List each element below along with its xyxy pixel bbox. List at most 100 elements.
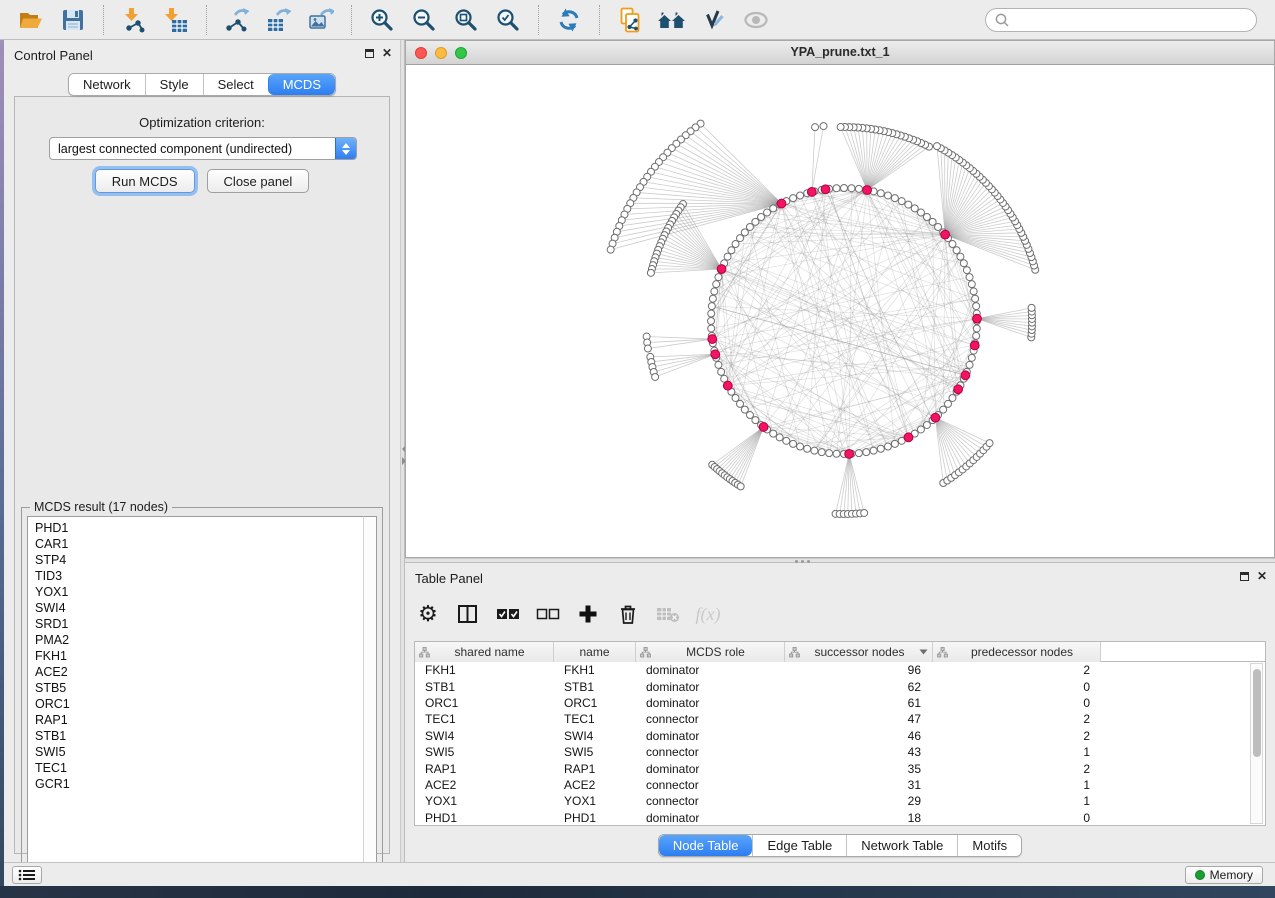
mcds-result-item[interactable]: ORC1 <box>35 696 363 712</box>
graph-hub-node-selected[interactable] <box>845 450 854 459</box>
graph-node[interactable] <box>949 241 956 248</box>
table-row[interactable]: TEC1TEC1connector472 <box>415 711 1265 727</box>
graph-node[interactable] <box>841 185 848 192</box>
graph-node[interactable] <box>764 209 771 216</box>
graph-node[interactable] <box>877 445 884 452</box>
graph-node[interactable] <box>923 421 930 428</box>
mcds-result-list[interactable]: PHD1CAR1STP4TID3YOX1SWI4SRD1PMA2FKH1ACE2… <box>27 516 363 873</box>
graph-node[interactable] <box>728 247 735 254</box>
delete-table-button[interactable] <box>653 599 683 629</box>
graph-node[interactable] <box>713 281 720 288</box>
graph-node[interactable] <box>863 449 870 456</box>
graph-node[interactable] <box>708 325 715 332</box>
column-header-MCDS-role[interactable]: MCDS role <box>636 642 785 662</box>
graph-node[interactable] <box>966 361 973 368</box>
zoom-in-button[interactable] <box>365 3 399 37</box>
table-row[interactable]: RAP1RAP1dominator352 <box>415 760 1265 776</box>
graph-node[interactable] <box>917 209 924 216</box>
graph-hub-node-selected[interactable] <box>863 186 872 195</box>
export-network-button[interactable] <box>220 3 254 37</box>
mcds-result-scrollbar[interactable] <box>363 516 377 873</box>
graph-node[interactable] <box>770 430 777 437</box>
close-panel-icon[interactable]: ✕ <box>1257 571 1267 581</box>
tab-select[interactable]: Select <box>203 74 268 95</box>
tab-network-table[interactable]: Network Table <box>846 835 957 856</box>
table-row[interactable]: FKH1FKH1dominator962 <box>415 662 1265 678</box>
graph-node[interactable] <box>870 447 877 454</box>
graph-node[interactable] <box>917 426 924 433</box>
float-panel-icon[interactable] <box>1240 572 1249 581</box>
network-window-titlebar[interactable]: YPA_prune.txt_1 <box>406 41 1274 65</box>
graph-node[interactable] <box>986 440 993 447</box>
search-input[interactable] <box>1010 10 1256 30</box>
apply-layout-button[interactable] <box>552 3 586 37</box>
graph-hub-node-selected[interactable] <box>777 199 786 208</box>
table-row[interactable]: PHD1PHD1dominator180 <box>415 810 1265 825</box>
graph-node[interactable] <box>752 417 759 424</box>
graph-node[interactable] <box>708 310 715 317</box>
graph-node[interactable] <box>884 443 891 450</box>
run-mcds-button[interactable]: Run MCDS <box>95 169 195 193</box>
graph-node[interactable] <box>724 253 731 260</box>
table-row[interactable]: SWI5SWI5connector431 <box>415 744 1265 760</box>
graph-node[interactable] <box>737 400 744 407</box>
graph-hub-node-selected[interactable] <box>821 185 830 194</box>
export-image-button[interactable] <box>304 3 338 37</box>
graph-node[interactable] <box>790 195 797 202</box>
graph-node[interactable] <box>708 303 715 310</box>
graph-node[interactable] <box>783 437 790 444</box>
graph-node[interactable] <box>758 214 765 221</box>
graph-hub-node-selected[interactable] <box>970 341 979 350</box>
mcds-result-item[interactable]: FKH1 <box>35 648 363 664</box>
graph-node[interactable] <box>923 214 930 221</box>
open-session-button[interactable] <box>14 3 48 37</box>
graph-node[interactable] <box>833 185 840 192</box>
graph-node[interactable] <box>861 509 868 516</box>
graph-node[interactable] <box>818 449 825 456</box>
graph-hub-node-selected[interactable] <box>723 381 732 390</box>
unselect-all-columns-button[interactable] <box>533 599 563 629</box>
show-columns-button[interactable] <box>453 599 483 629</box>
graph-hub-node-selected[interactable] <box>711 350 720 359</box>
graph-node[interactable] <box>737 235 744 242</box>
graph-node[interactable] <box>970 288 977 295</box>
mcds-result-item[interactable]: STB5 <box>35 680 363 696</box>
graph-node[interactable] <box>973 332 980 339</box>
mcds-result-item[interactable]: GCR1 <box>35 776 363 792</box>
graph-node[interactable] <box>790 440 797 447</box>
float-panel-icon[interactable] <box>365 49 374 58</box>
graph-node[interactable] <box>837 124 844 131</box>
graph-hub-node-selected[interactable] <box>961 371 970 380</box>
graph-node[interactable] <box>966 274 973 281</box>
zoom-out-button[interactable] <box>407 3 441 37</box>
annotation-mode-button[interactable] <box>697 3 731 37</box>
mcds-result-item[interactable]: SWI4 <box>35 600 363 616</box>
graph-node[interactable] <box>891 195 898 202</box>
mcds-result-item[interactable]: PHD1 <box>35 520 363 536</box>
table-row[interactable]: ACE2ACE2connector311 <box>415 777 1265 793</box>
show-graphics-details-button[interactable] <box>739 3 773 37</box>
tab-style[interactable]: Style <box>145 74 203 95</box>
mcds-result-item[interactable]: TEC1 <box>35 760 363 776</box>
column-header-shared-name[interactable]: shared name <box>415 642 554 662</box>
mcds-result-item[interactable]: PMA2 <box>35 632 363 648</box>
graph-hub-node-selected[interactable] <box>941 230 950 239</box>
graph-node[interactable] <box>820 123 827 130</box>
graph-node[interactable] <box>891 440 898 447</box>
mcds-result-item[interactable]: TID3 <box>35 568 363 584</box>
memory-button[interactable]: Memory <box>1185 866 1263 884</box>
zoom-fit-button[interactable] <box>449 3 483 37</box>
graph-node[interactable] <box>737 483 744 490</box>
mcds-result-item[interactable]: STP4 <box>35 552 363 568</box>
select-all-columns-button[interactable] <box>493 599 523 629</box>
graph-node[interactable] <box>929 218 936 225</box>
graph-node[interactable] <box>804 445 811 452</box>
graph-node[interactable] <box>797 443 804 450</box>
table-row[interactable]: SWI4SWI4dominator462 <box>415 728 1265 744</box>
mcds-result-item[interactable]: ACE2 <box>35 664 363 680</box>
graph-node[interactable] <box>957 253 964 260</box>
graph-node[interactable] <box>968 354 975 361</box>
graph-hub-node-selected[interactable] <box>708 335 717 344</box>
graph-node[interactable] <box>877 190 884 197</box>
graph-node[interactable] <box>644 345 651 352</box>
